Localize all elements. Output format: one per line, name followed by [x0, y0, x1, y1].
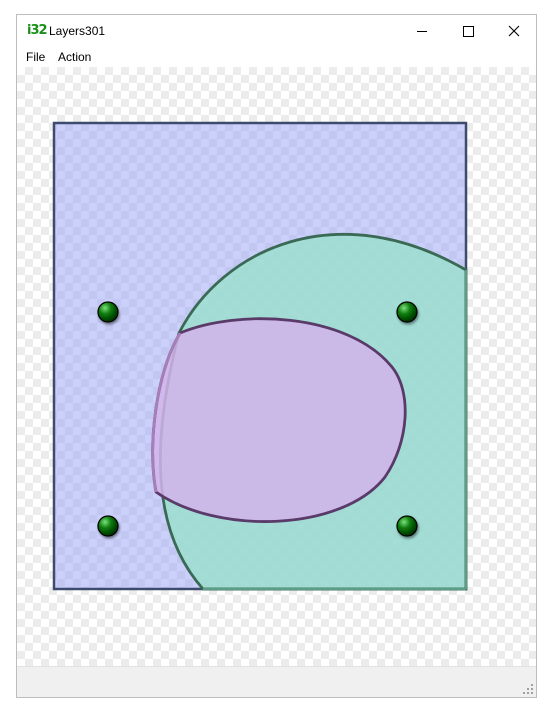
resize-grip-icon[interactable] [523, 684, 533, 694]
menu-file[interactable]: File [26, 50, 45, 64]
maximize-button[interactable] [445, 15, 491, 47]
menu-action[interactable]: Action [58, 50, 91, 64]
window-title: Layers301 [49, 24, 106, 38]
status-bar [17, 666, 536, 697]
close-icon [508, 25, 520, 37]
handle-top-right[interactable] [396, 301, 418, 323]
drawing-canvas[interactable] [17, 67, 536, 667]
app-window: i32 Layers301 File Action [16, 14, 537, 698]
handle-top-left[interactable] [97, 301, 119, 323]
menu-bar: File Action [17, 47, 536, 67]
maximize-icon [462, 25, 474, 37]
layers-drawing [52, 121, 468, 591]
title-bar: i32 Layers301 [17, 15, 536, 47]
minimize-icon [417, 30, 427, 32]
app-icon: i32 [27, 23, 48, 38]
close-button[interactable] [491, 15, 537, 47]
minimize-button[interactable] [399, 15, 445, 47]
purple-ellipse-layer[interactable] [151, 317, 407, 523]
handle-bottom-right[interactable] [396, 515, 418, 537]
handle-bottom-left[interactable] [97, 515, 119, 537]
